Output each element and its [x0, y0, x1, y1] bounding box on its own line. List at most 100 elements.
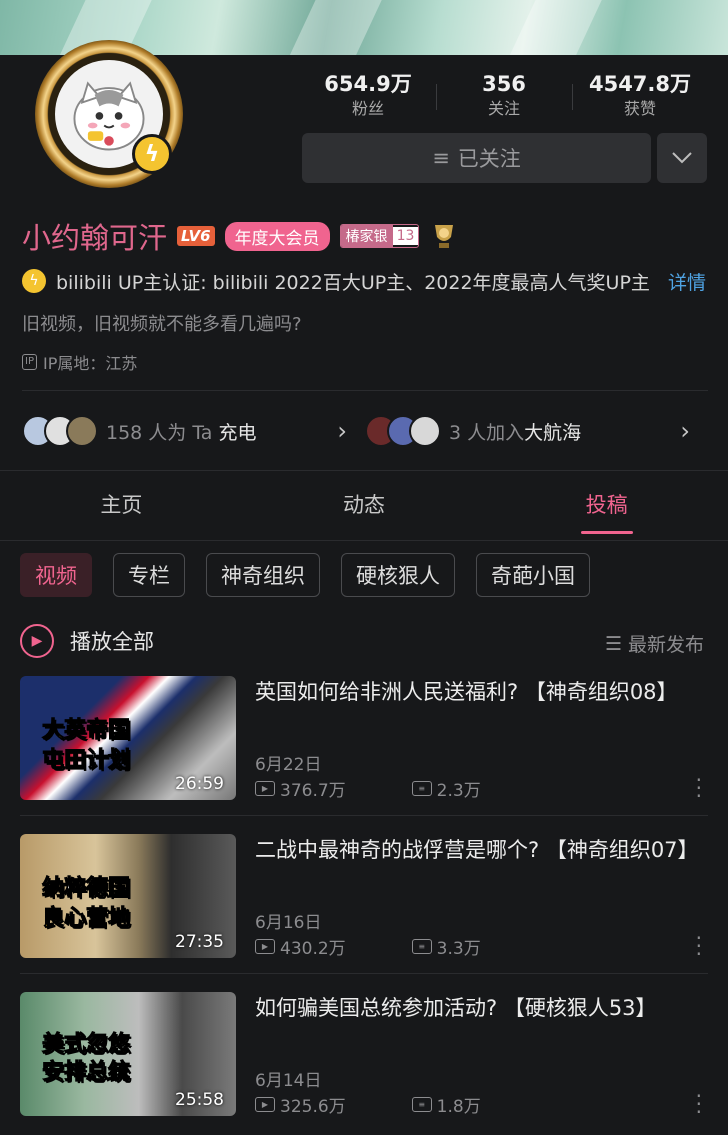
auth-details-link[interactable]: 详情 [668, 268, 706, 295]
video-title[interactable]: 英国如何给非洲人民送福利? 【神奇组织08】 [255, 676, 695, 708]
more-vertical-icon[interactable]: · · · [696, 1086, 702, 1122]
stat-number: 356 [482, 72, 526, 96]
verified-bolt-icon: ϟ [132, 134, 172, 174]
auth-text: bilibili UP主认证: bilibili 2022百大UP主、2022年… [56, 271, 650, 294]
thumbnail-caption: 屯田计划 [41, 748, 131, 774]
followed-button[interactable]: ≡ 已关注 [302, 133, 651, 183]
video-title[interactable]: 二战中最神奇的战俘营是哪个? 【神奇组织07】 [255, 834, 699, 866]
crew-text: 3 人加入大航海 [449, 421, 582, 444]
danmaku-icon: ≡ [411, 1097, 432, 1112]
ip-text: IP属地：江苏 [42, 354, 138, 373]
video-thumbnail[interactable]: 大英帝国 屯田计划 26:59 [20, 676, 236, 800]
divider [20, 973, 708, 974]
video-stats: ▶ 430.2万 ≡ 3.3万 [255, 934, 481, 959]
video-date: 6月16日 [255, 913, 322, 933]
video-item[interactable]: 美式忽悠 安排总统 25:58 如何骗美国总统参加活动? 【硬核狠人53】 6月… [20, 992, 710, 1122]
thumbnail-caption: 安排总统 [41, 1060, 131, 1086]
chip-videos[interactable]: 视频 [20, 553, 92, 597]
stat-number: 654.9万 [324, 72, 412, 96]
fan-medal-level: 13 [392, 227, 419, 245]
stats-bar: 654.9万 粉丝 356 关注 4547.8万 获赞 [300, 70, 708, 122]
danmaku-stat: ≡ 2.3万 [411, 776, 481, 801]
thumbnail-caption: 大英帝国 [41, 718, 131, 744]
chevron-right-icon: › [337, 417, 347, 445]
views-stat: ▶ 376.7万 [255, 776, 346, 801]
divider [0, 470, 728, 471]
trophy-medal-icon[interactable] [429, 221, 459, 251]
danmaku-icon: ≡ [411, 939, 432, 954]
divider [20, 815, 708, 816]
support-row: 158 人为 Ta 充电 › 3 人加入大航海 › [22, 408, 708, 454]
video-date: 6月22日 [255, 755, 322, 775]
stat-likes[interactable]: 4547.8万 获赞 [572, 70, 708, 122]
charge-text: 158 人为 Ta 充电 [106, 421, 257, 444]
vip-badge[interactable]: 年度大会员 [224, 221, 330, 251]
name-row: 小约翰可汗 LV6 年度大会员 椿家银 13 [22, 216, 459, 256]
charge-avatars [22, 415, 98, 447]
video-stats: ▶ 325.6万 ≡ 1.8万 [255, 1092, 481, 1117]
tab-uploads[interactable]: 投稿 [485, 480, 728, 534]
video-date: 6月14日 [255, 1071, 322, 1091]
auth-row: ϟ bilibili UP主认证: bilibili 2022百大UP主、202… [22, 268, 712, 294]
play-all-label: 播放全部 [70, 630, 154, 654]
more-vertical-icon[interactable]: · · · [696, 928, 702, 964]
avatar [409, 415, 441, 447]
chip-series[interactable]: 硬核狠人 [341, 553, 455, 597]
fan-medal-name: 椿家银 [340, 225, 393, 247]
sort-button[interactable]: ☰ 最新发布 [605, 630, 704, 657]
ip-icon: IP [22, 354, 37, 370]
danmaku-stat: ≡ 1.8万 [411, 1092, 481, 1117]
danmaku-icon: ≡ [411, 781, 432, 796]
play-all-button[interactable]: ▶ 播放全部 [20, 624, 154, 658]
play-count-icon: ▶ [255, 781, 275, 796]
sort-label: 最新发布 [627, 634, 704, 656]
sort-lines-icon: ☰ [604, 632, 622, 655]
danmaku-stat: ≡ 3.3万 [411, 934, 481, 959]
chevron-down-icon [672, 152, 692, 164]
tab-home[interactable]: 主页 [0, 480, 243, 534]
video-thumbnail[interactable]: 纳粹德国 良心营地 27:35 [20, 834, 236, 958]
follow-menu-button[interactable] [657, 133, 707, 183]
fan-medal[interactable]: 椿家银 13 [339, 224, 420, 248]
chip-series[interactable]: 神奇组织 [206, 553, 320, 597]
chip-articles[interactable]: 专栏 [113, 553, 185, 597]
menu-lines-icon: ≡ [432, 146, 450, 170]
play-count-icon: ▶ [255, 939, 275, 954]
chevron-right-icon: › [680, 417, 690, 445]
views-stat: ▶ 430.2万 [255, 934, 346, 959]
category-chips: 视频 专栏 神奇组织 硬核狠人 奇葩小国 [20, 553, 590, 597]
stat-following[interactable]: 356 关注 [436, 70, 572, 122]
thumbnail-caption: 纳粹德国 [41, 876, 131, 902]
crew-entry[interactable]: 3 人加入大航海 › [365, 408, 708, 454]
signature: 旧视频，旧视频就不能多看几遍吗? [22, 314, 302, 335]
stat-label: 粉丝 [351, 99, 384, 118]
video-duration: 27:35 [175, 932, 224, 952]
video-item[interactable]: 纳粹德国 良心营地 27:35 二战中最神奇的战俘营是哪个? 【神奇组织07】 … [20, 834, 710, 964]
divider [0, 540, 728, 541]
video-duration: 26:59 [175, 774, 224, 794]
play-count-icon: ▶ [255, 1097, 275, 1112]
stat-followers[interactable]: 654.9万 粉丝 [300, 70, 436, 122]
chip-series[interactable]: 奇葩小国 [476, 553, 590, 597]
crew-avatars [365, 415, 441, 447]
stat-label: 获赞 [623, 99, 656, 118]
more-vertical-icon[interactable]: · · · [696, 770, 702, 806]
username: 小约翰可汗 [22, 221, 168, 255]
followed-label: 已关注 [457, 147, 521, 171]
video-stats: ▶ 376.7万 ≡ 2.3万 [255, 776, 481, 801]
avatar [66, 415, 98, 447]
stat-number: 4547.8万 [588, 72, 692, 96]
divider [22, 390, 708, 391]
charge-entry[interactable]: 158 人为 Ta 充电 › [22, 408, 365, 454]
level-badge: LV6 [177, 226, 215, 246]
play-icon: ▶ [20, 624, 54, 658]
views-stat: ▶ 325.6万 [255, 1092, 346, 1117]
video-title[interactable]: 如何骗美国总统参加活动? 【硬核狠人53】 [255, 992, 695, 1024]
video-duration: 25:58 [175, 1090, 224, 1110]
tab-dynamic[interactable]: 动态 [243, 480, 486, 534]
thumbnail-caption: 良心营地 [41, 906, 131, 932]
profile-tabs: 主页 动态 投稿 [0, 480, 728, 534]
video-item[interactable]: 大英帝国 屯田计划 26:59 英国如何给非洲人民送福利? 【神奇组织08】 6… [20, 676, 710, 806]
ip-location: IP IP属地：江苏 [22, 350, 137, 374]
video-thumbnail[interactable]: 美式忽悠 安排总统 25:58 [20, 992, 236, 1116]
